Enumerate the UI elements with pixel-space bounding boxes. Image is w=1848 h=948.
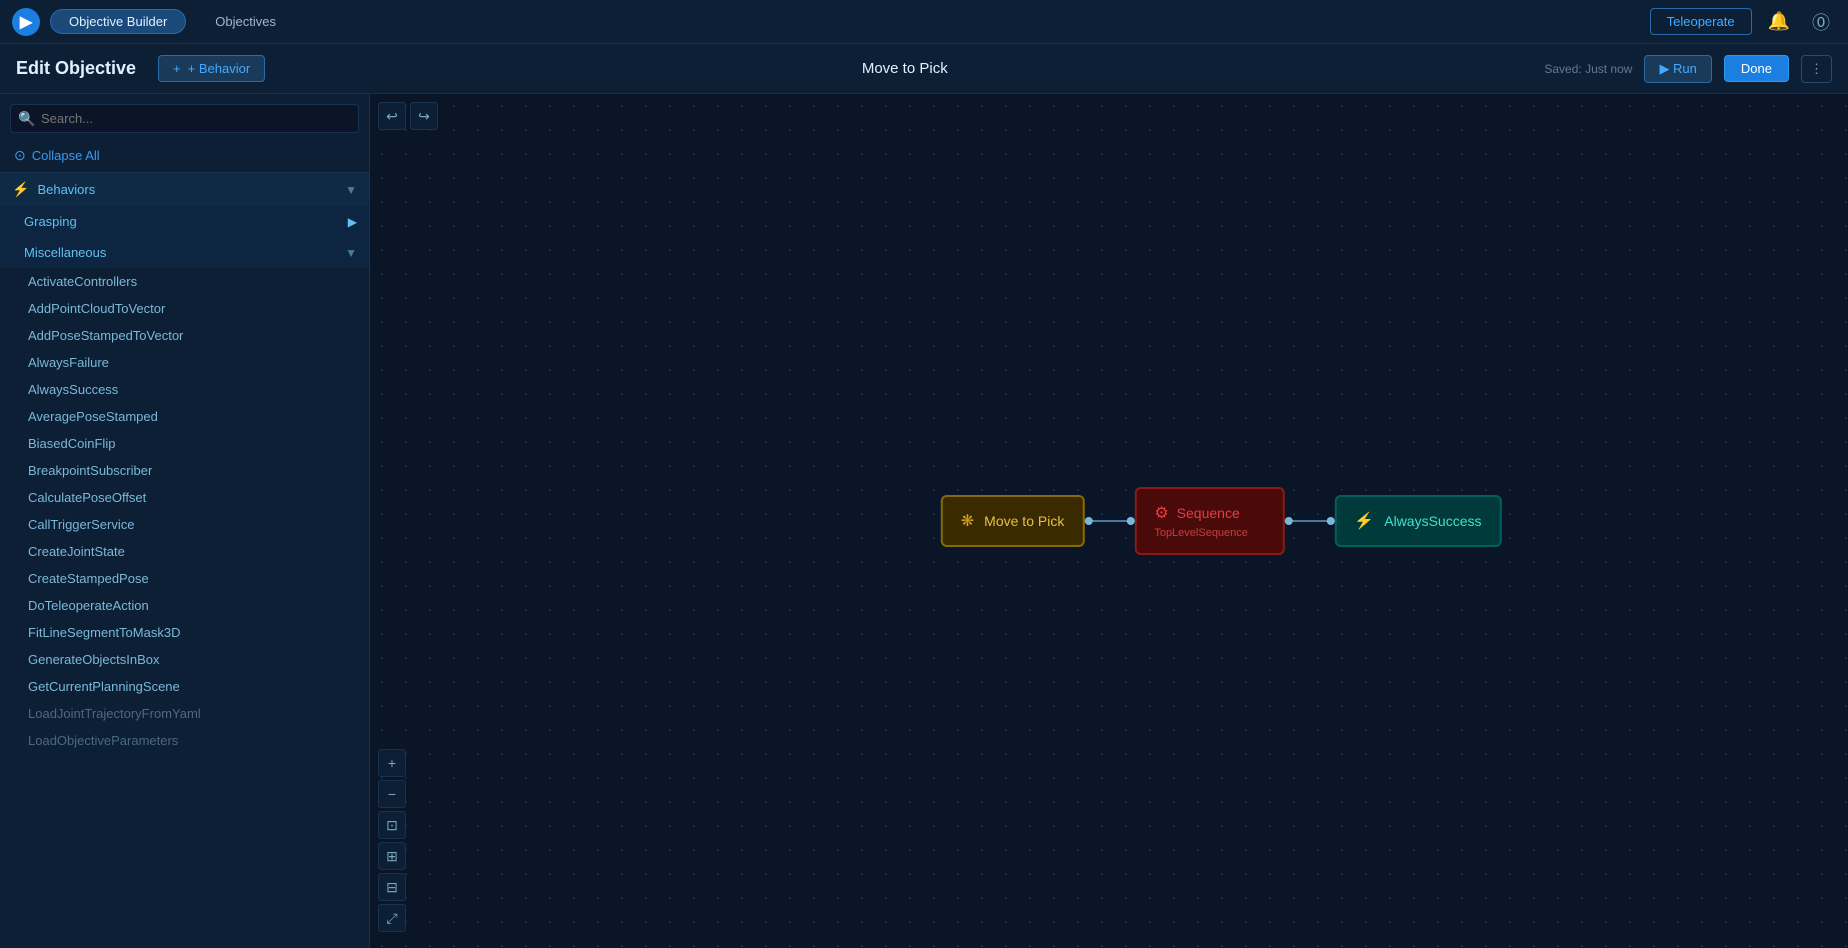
behaviors-section-header[interactable]: ⚡ Behaviors ▼	[0, 173, 369, 206]
saved-status: Saved: Just now	[1544, 62, 1632, 76]
search-box: 🔍	[10, 104, 359, 133]
sidebar-item[interactable]: BreakpointSubscriber	[0, 457, 369, 484]
sequence-node[interactable]: ⚙ Sequence TopLevelSequence	[1134, 487, 1284, 555]
miscellaneous-section-header[interactable]: Miscellaneous ▼	[0, 237, 369, 268]
plus-icon: +	[173, 61, 181, 76]
redo-button[interactable]: ↪	[410, 102, 438, 130]
tab-objectives[interactable]: Objectives	[196, 9, 295, 34]
fullscreen-button[interactable]: ⤢	[378, 904, 406, 932]
sidebar: 🔍 ⊙ Collapse All ⚡ Behaviors ▼ Grasping …	[0, 94, 370, 948]
page-title: Edit Objective	[16, 58, 136, 79]
root-node-title: Move to Pick	[984, 513, 1064, 529]
root-node-icon: ❋	[961, 511, 974, 531]
collapse-all-button[interactable]: ⊙ Collapse All	[0, 143, 369, 172]
seq-header: ⚙ Sequence	[1154, 503, 1239, 523]
misc-arrow-icon: ▼	[345, 246, 357, 260]
notification-button[interactable]: 🔔	[1762, 9, 1796, 34]
always-success-node[interactable]: ⚡ AlwaysSuccess	[1334, 495, 1501, 547]
collapse-icon: ⊙	[14, 147, 26, 164]
fit-selection-button[interactable]: ⊞	[378, 842, 406, 870]
subheader: Edit Objective + + Behavior Move to Pick…	[0, 44, 1848, 94]
sidebar-item[interactable]: GetCurrentPlanningScene	[0, 673, 369, 700]
run-button[interactable]: ▶ Run	[1644, 55, 1711, 83]
bolt-icon: ⚡	[12, 181, 29, 198]
sidebar-item[interactable]: ActivateControllers	[0, 268, 369, 295]
add-behavior-button[interactable]: + + Behavior	[158, 55, 265, 82]
grasping-section-header[interactable]: Grasping ▶	[0, 206, 369, 237]
behaviors-section: ⚡ Behaviors ▼ Grasping ▶ Miscellaneous ▼…	[0, 172, 369, 754]
root-node[interactable]: ❋ Move to Pick	[941, 495, 1085, 547]
zoom-out-button[interactable]: −	[378, 780, 406, 808]
behaviors-arrow-icon: ▼	[345, 183, 357, 197]
grasping-arrow-icon: ▶	[348, 215, 357, 229]
sidebar-item[interactable]: AlwaysSuccess	[0, 376, 369, 403]
fit-all-button[interactable]: ⊡	[378, 811, 406, 839]
sequence-node-icon: ⚙	[1154, 503, 1168, 523]
sidebar-item[interactable]: CreateJointState	[0, 538, 369, 565]
zoom-in-button[interactable]: +	[378, 749, 406, 777]
canvas-toolbar: ↩ ↪	[378, 102, 438, 130]
topbar: ▶ Objective Builder Objectives Teleopera…	[0, 0, 1848, 44]
main-layout: 🔍 ⊙ Collapse All ⚡ Behaviors ▼ Grasping …	[0, 94, 1848, 948]
done-button[interactable]: Done	[1724, 55, 1789, 82]
sidebar-item[interactable]: GenerateObjectsInBox	[0, 646, 369, 673]
sidebar-item[interactable]: LoadObjectiveParameters	[0, 727, 369, 754]
sidebar-item[interactable]: AveragePoseStamped	[0, 403, 369, 430]
sidebar-item[interactable]: AddPointCloudToVector	[0, 295, 369, 322]
brand-logo: ▶	[12, 8, 40, 36]
sidebar-item[interactable]: AddPoseStampedToVector	[0, 322, 369, 349]
sidebar-item[interactable]: CreateStampedPose	[0, 565, 369, 592]
action-node-icon: ⚡	[1354, 511, 1374, 531]
sidebar-item[interactable]: AlwaysFailure	[0, 349, 369, 376]
sidebar-item[interactable]: FitLineSegmentToMask3D	[0, 619, 369, 646]
behavior-tree: ❋ Move to Pick ⚙ Sequence TopLevelSequen…	[941, 487, 1502, 555]
sequence-node-title: Sequence	[1177, 505, 1240, 521]
misc-items-list: ActivateControllersAddPointCloudToVector…	[0, 268, 369, 754]
zoom-controls: + − ⊡ ⊞ ⊟ ⤢	[378, 749, 406, 932]
tab-objective-builder[interactable]: Objective Builder	[50, 9, 186, 34]
sequence-node-subtitle: TopLevelSequence	[1154, 527, 1248, 539]
search-input[interactable]	[10, 104, 359, 133]
canvas-title: Move to Pick	[862, 60, 948, 77]
canvas-area[interactable]: ↩ ↪ ❋ Move to Pick ⚙ Sequence TopLevelSe…	[370, 94, 1848, 948]
action-node-title: AlwaysSuccess	[1384, 513, 1481, 529]
teleoperate-button[interactable]: Teleoperate	[1650, 8, 1752, 35]
sidebar-item[interactable]: LoadJointTrajectoryFromYaml	[0, 700, 369, 727]
more-options-button[interactable]: ⋮	[1801, 55, 1832, 83]
expand-button[interactable]: ⊟	[378, 873, 406, 901]
topbar-right: Teleoperate 🔔 ⓪	[1650, 7, 1836, 37]
sidebar-item[interactable]: CallTriggerService	[0, 511, 369, 538]
sidebar-item[interactable]: CalculatePoseOffset	[0, 484, 369, 511]
help-button[interactable]: ⓪	[1806, 7, 1836, 37]
sidebar-item[interactable]: DoTeleoperateAction	[0, 592, 369, 619]
undo-button[interactable]: ↩	[378, 102, 406, 130]
connector-1	[1084, 520, 1134, 522]
sidebar-scroll: Grasping ▶ Miscellaneous ▼ ActivateContr…	[0, 206, 369, 754]
sidebar-item[interactable]: BiasedCoinFlip	[0, 430, 369, 457]
connector-2	[1284, 520, 1334, 522]
